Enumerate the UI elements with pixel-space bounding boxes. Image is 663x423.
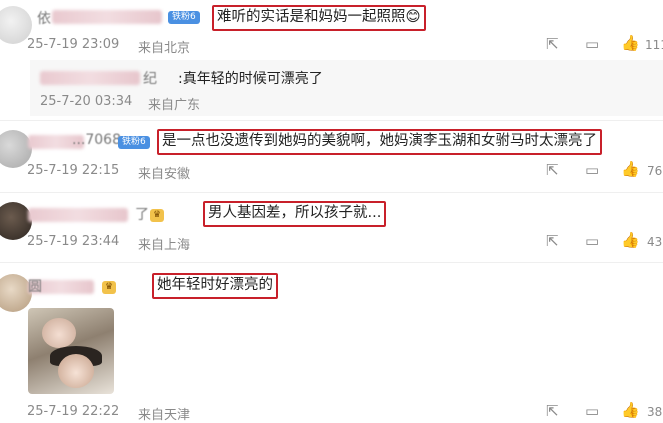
comment-date: 25-7-19 23:09 [27,37,120,52]
comment-text: 是一点也没遗传到她妈的美貌啊，她妈演李玉湖和女驸马时太漂亮了 [157,129,602,155]
like-icon[interactable]: 👍 [621,402,640,418]
comment-text: 难听的实话是和妈妈一起照照😊 [212,5,426,31]
divider [0,262,663,263]
comment-date: 25-7-19 23:44 [27,234,120,249]
share-icon[interactable]: ⇱ [546,233,559,249]
share-icon[interactable]: ⇱ [546,36,559,52]
comment-text: 男人基因差，所以孩子就... [203,201,387,227]
like-icon[interactable]: 👍 [621,35,640,51]
comment-location: 来自安徽 [138,167,191,182]
like-count: 43 [647,235,663,249]
reply-date: 25-7-20 03:34 [40,94,133,109]
comment-text: 她年轻时好漂亮的 [152,273,278,299]
crown-badge-icon: ♛ [150,209,165,222]
comment-icon[interactable]: ▭ [585,233,599,249]
reply-text: :真年轻的时候可漂亮了 [178,71,323,87]
like-icon[interactable]: 👍 [621,232,640,248]
crown-badge-icon: ♛ [102,281,117,294]
commenter-name[interactable]: 依 [37,8,51,28]
comment-photo[interactable] [28,308,114,394]
divider [0,192,663,193]
redacted-reply-name [40,71,140,85]
fan-badge[interactable]: 铁粉6 [168,11,200,24]
commenter-name[interactable]: 了 [135,204,149,224]
like-icon[interactable]: 👍 [621,161,640,177]
comment-location: 来自北京 [138,41,191,56]
like-count: 76 [647,164,663,178]
fan-badge[interactable]: 铁粉6 [118,136,150,149]
reply-location: 来自广东 [148,98,201,113]
comment-icon[interactable]: ▭ [585,162,599,178]
comment-location: 来自天津 [138,408,191,423]
comment-icon[interactable]: ▭ [585,36,599,52]
commenter-name[interactable]: ...​7068 [72,132,121,148]
like-count: 111 [645,38,663,52]
commenter-name[interactable]: 圆 [28,276,42,296]
share-icon[interactable]: ⇱ [546,162,559,178]
redacted-name [28,208,128,222]
comment-location: 来自上海 [138,238,191,253]
reply-name[interactable]: 纪 [143,68,157,88]
redacted-name [52,10,162,24]
comment-date: 25-7-19 22:15 [27,163,120,178]
divider [0,120,663,121]
smile-emoji: 😊 [405,9,421,25]
